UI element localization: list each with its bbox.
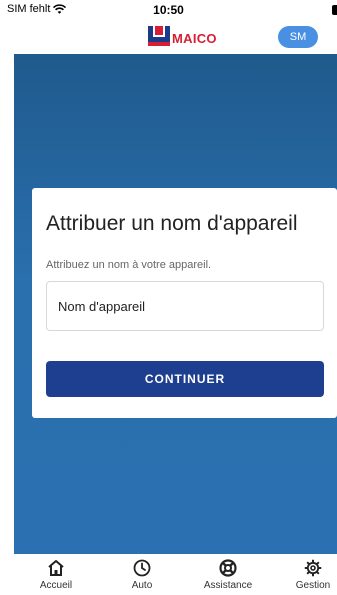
battery-icon	[332, 5, 337, 15]
tab-auto[interactable]: Auto	[107, 559, 177, 591]
logo-mark	[148, 26, 170, 46]
tab-label-auto: Auto	[131, 580, 153, 591]
clock-time: 10:50	[153, 3, 184, 17]
card-title: Attribuer un nom d'appareil	[46, 212, 298, 235]
device-name-card: Attribuer un nom d'appareil Attribuez un…	[32, 188, 337, 418]
tab-label-assistance: Assistance	[203, 580, 253, 591]
tab-label-gestion: Gestion	[295, 580, 331, 591]
status-bar: SIM fehlt 10:50	[0, 0, 337, 22]
gear-icon	[304, 559, 322, 577]
card-subtitle: Attribuez un nom à votre appareil.	[46, 259, 212, 271]
tab-gestion[interactable]: Gestion	[278, 559, 337, 591]
continue-button[interactable]: CONTINUER	[46, 361, 324, 397]
clock-icon	[133, 559, 151, 577]
lifebuoy-icon	[219, 559, 237, 577]
tab-label-accueil: Accueil	[39, 580, 73, 591]
app-header: MAICO SM	[0, 22, 337, 54]
device-name-input[interactable]	[46, 281, 324, 331]
logo-text: MAICO	[172, 31, 217, 46]
bottom-tab-bar: Accueil Auto Assistance Gestion	[0, 554, 337, 595]
tab-accueil[interactable]: Accueil	[21, 559, 91, 591]
maico-logo: MAICO	[148, 26, 217, 46]
user-avatar-button[interactable]: SM	[278, 26, 318, 48]
tab-assistance[interactable]: Assistance	[193, 559, 263, 591]
home-icon	[48, 560, 64, 576]
